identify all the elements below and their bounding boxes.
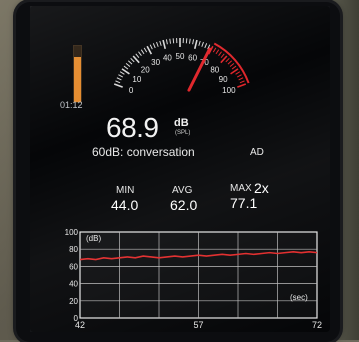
graph-y-ticks: 100806040200 — [65, 228, 79, 323]
graph-y-tick-label: 20 — [69, 297, 78, 306]
graph-x-tick-label: 72 — [312, 320, 322, 330]
graph-y-tick-label: 80 — [69, 245, 78, 254]
graph-y-tick-label: 100 — [65, 228, 79, 237]
graph-x-ticks: 42 57 72 — [75, 320, 322, 330]
graph-y-tick-label: 60 — [69, 262, 78, 271]
graph-y-unit: (dB) — [86, 234, 101, 243]
graph-x-tick-label: 42 — [75, 320, 85, 330]
graph-x-unit: (sec) — [290, 293, 308, 302]
graph-x-tick-label: 57 — [193, 320, 203, 330]
history-graph: 100806040200 425772 (dB) (sec) — [0, 0, 359, 340]
graph-y-tick-label: 40 — [69, 280, 78, 289]
